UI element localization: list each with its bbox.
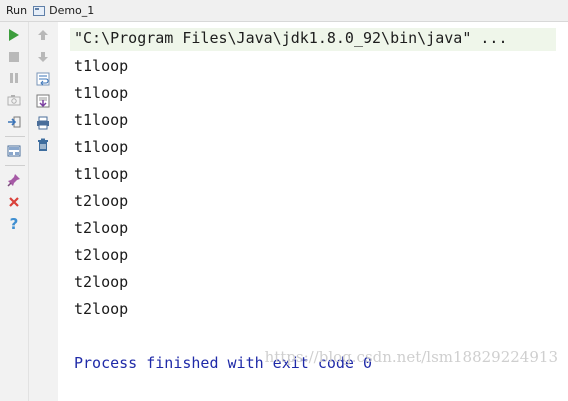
watermark-url: https://blog.csdn.net/lsm18829224913 [264,348,558,366]
scroll-to-end-icon [36,94,50,108]
restore-layout-button[interactable] [4,113,24,131]
pause-button[interactable] [4,69,24,87]
run-config-tab[interactable]: Demo_1 [49,4,94,17]
trash-icon [38,138,48,151]
pin-tab-button[interactable] [4,171,24,189]
stop-icon [9,52,19,62]
stop-button[interactable] [4,48,24,66]
output-line: t2loop [74,192,129,210]
output-line: t1loop [74,57,129,75]
run-icon [9,29,19,41]
rerun-button[interactable] [4,26,24,44]
output-line: t2loop [74,273,129,291]
run-config-icon [33,5,46,16]
pause-icon [10,73,18,83]
output-line: t2loop [74,300,129,318]
output-line: t2loop [74,246,129,264]
soft-wrap-icon [36,72,50,86]
close-icon [9,197,19,207]
run-toolbar-right [29,22,58,401]
help-button[interactable]: ? [4,215,24,233]
output-line: t2loop [74,219,129,237]
run-tool-window-header: Run Demo_1 [0,0,568,22]
layout-icon [7,145,21,157]
run-tool-window-title: Run [6,4,28,17]
output-line: t1loop [74,84,129,102]
login-icon [8,116,21,128]
output-line: t1loop [74,165,129,183]
soft-wrap-button[interactable] [33,70,53,88]
toggle-layout-button[interactable] [4,142,24,160]
toolbar-separator [5,165,25,166]
down-arrow-icon [38,52,48,62]
pin-icon [7,174,20,187]
close-tab-button[interactable] [4,193,24,211]
output-line: t1loop [74,138,129,156]
console-output[interactable]: "C:\Program Files\Java\jdk1.8.0_92\bin\j… [58,22,568,401]
command-line[interactable]: "C:\Program Files\Java\jdk1.8.0_92\bin\j… [70,28,556,51]
previous-occurrence-button[interactable] [33,26,53,44]
help-icon: ? [9,215,19,233]
command-line-text: "C:\Program Files\Java\jdk1.8.0_92\bin\j… [74,29,508,47]
run-toolbar-left: ? [0,22,29,401]
print-button[interactable] [33,114,53,132]
next-occurrence-button[interactable] [33,48,53,66]
output-line: t1loop [74,111,129,129]
toolbar-separator [5,136,25,137]
dump-threads-button[interactable] [4,91,24,109]
scroll-to-end-button[interactable] [33,92,53,110]
clear-all-button[interactable] [33,136,53,154]
up-arrow-icon [38,30,48,40]
screenshot-icon [7,95,21,106]
print-icon [37,116,49,130]
